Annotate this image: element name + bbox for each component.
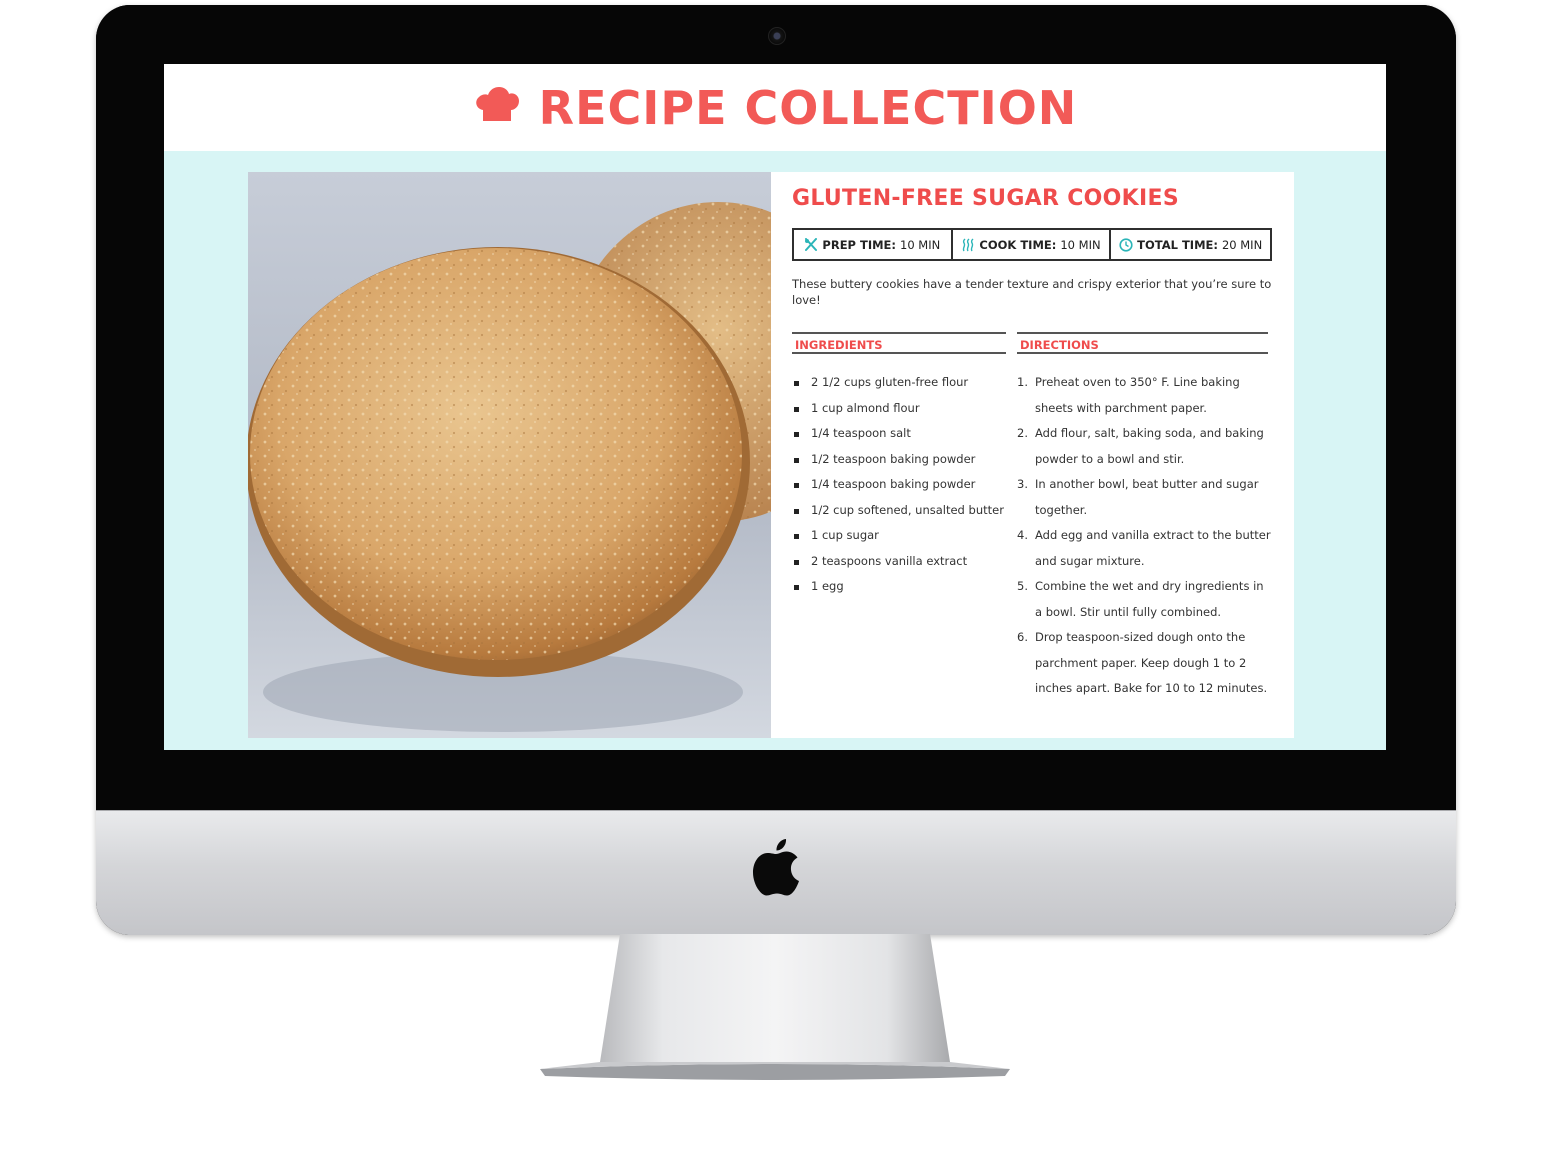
direction-step: 1. Preheat oven to 350° F. Line baking sh… — [1017, 370, 1272, 421]
step-number: 5. — [1017, 579, 1028, 593]
step-number: 6. — [1017, 630, 1028, 644]
cook-time-label: COOK TIME: — [979, 237, 1057, 252]
step-text: Drop teaspoon-sized dough onto the parch… — [1035, 630, 1268, 695]
step-text: Add flour, salt, baking soda, and baking… — [1035, 426, 1264, 466]
recipe-title: GLUTEN-FREE SUGAR COOKIES — [792, 186, 1179, 211]
direction-step: 4. Add egg and vanilla extract to the but… — [1017, 523, 1272, 574]
ingredient-item: 2 teaspoons vanilla extract — [792, 549, 1012, 575]
step-number: 1. — [1017, 375, 1028, 389]
site-header: RECIPE COLLECTION — [164, 64, 1386, 151]
heat-waves-icon — [963, 238, 974, 251]
monitor-stand — [540, 934, 1010, 1080]
webcam — [768, 27, 786, 45]
prep-time-value: 10 MIN — [900, 237, 941, 252]
directions-list: 1. Preheat oven to 350° F. Line baking sh… — [1017, 370, 1272, 702]
total-time-label: TOTAL TIME: — [1137, 237, 1218, 252]
ingredient-item: 1/4 teaspoon baking powder — [792, 472, 1012, 498]
direction-step: 5. Combine the wet and dry ingredients in… — [1017, 574, 1272, 625]
ingredient-item: 1 cup almond flour — [792, 396, 1012, 422]
step-text: Add egg and vanilla extract to the butte… — [1035, 528, 1271, 568]
total-time: TOTAL TIME: 20 MIN — [1111, 230, 1270, 259]
step-text: Combine the wet and dry ingredients in a… — [1035, 579, 1264, 619]
monitor-chin — [96, 810, 1456, 935]
prep-time-label: PREP TIME: — [822, 237, 897, 252]
ingredient-item: 1/4 teaspoon salt — [792, 421, 1012, 447]
step-number: 3. — [1017, 477, 1028, 491]
direction-step: 3. In another bowl, beat butter and sugar… — [1017, 472, 1272, 523]
apple-logo-icon — [753, 839, 799, 896]
app-screen: RECIPE COLLECTION GLUTEN-FREE SUGAR COOK… — [164, 64, 1386, 750]
direction-step: 2. Add flour, salt, baking soda, and baki… — [1017, 421, 1272, 472]
step-text: In another bowl, beat butter and sugar t… — [1035, 477, 1259, 517]
step-text: Preheat oven to 350° F. Line baking shee… — [1035, 375, 1240, 415]
cook-time: COOK TIME: 10 MIN — [953, 230, 1112, 259]
direction-step: 6. Drop teaspoon-sized dough onto the par… — [1017, 625, 1272, 702]
recipe-card: GLUTEN-FREE SUGAR COOKIES PREP TIME: 10 … — [248, 172, 1294, 738]
step-number: 4. — [1017, 528, 1028, 542]
recipe-description: These buttery cookies have a tender text… — [792, 277, 1272, 307]
recipe-details: GLUTEN-FREE SUGAR COOKIES PREP TIME: 10 … — [792, 172, 1274, 738]
ingredient-item: 1/2 cup softened, unsalted butter — [792, 498, 1012, 524]
directions-heading: DIRECTIONS — [1017, 332, 1268, 354]
cookie-photo — [248, 172, 771, 738]
chef-hat-icon — [475, 86, 519, 121]
total-time-value: 20 MIN — [1221, 237, 1263, 252]
ingredients-heading: INGREDIENTS — [792, 332, 1006, 354]
utensils-icon — [805, 237, 818, 251]
ingredients-list: 2 1/2 cups gluten-free flour 1 cup almon… — [792, 370, 1012, 600]
ingredient-item: 1/2 teaspoon baking powder — [792, 447, 1012, 473]
clock-icon — [1119, 237, 1133, 252]
cook-time-value: 10 MIN — [1060, 237, 1101, 252]
site-title: RECIPE COLLECTION — [538, 80, 1078, 135]
ingredient-item: 1 egg — [792, 574, 1012, 600]
prep-time: PREP TIME: 10 MIN — [794, 230, 953, 259]
step-number: 2. — [1017, 426, 1028, 440]
time-summary: PREP TIME: 10 MIN COOK TIME: 10 MIN TOTA… — [792, 228, 1272, 261]
ingredient-item: 2 1/2 cups gluten-free flour — [792, 370, 1012, 396]
ingredient-item: 1 cup sugar — [792, 523, 1012, 549]
